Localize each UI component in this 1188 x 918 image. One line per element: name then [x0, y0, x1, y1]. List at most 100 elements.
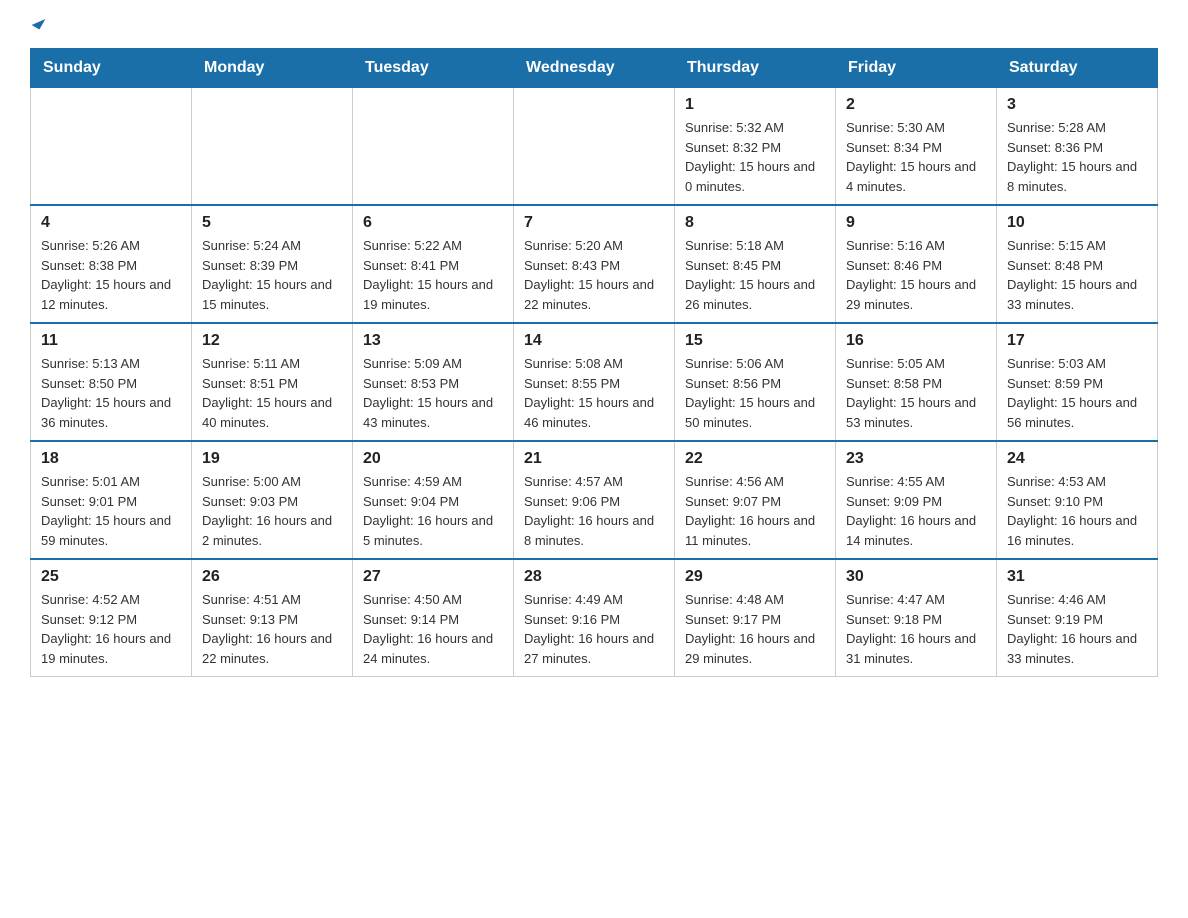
calendar-cell: 5 Sunrise: 5:24 AMSunset: 8:39 PMDaylight… [192, 205, 353, 323]
day-number: 19 [202, 450, 342, 468]
calendar-cell: 26 Sunrise: 4:51 AMSunset: 9:13 PMDayligh… [192, 559, 353, 677]
day-number: 11 [41, 332, 181, 350]
day-info: Sunrise: 5:01 AMSunset: 9:01 PMDaylight:… [41, 472, 181, 550]
calendar-cell: 13 Sunrise: 5:09 AMSunset: 8:53 PMDayligh… [353, 323, 514, 441]
day-info: Sunrise: 5:28 AMSunset: 8:36 PMDaylight:… [1007, 118, 1147, 196]
day-number: 23 [846, 450, 986, 468]
calendar-cell: 17 Sunrise: 5:03 AMSunset: 8:59 PMDayligh… [997, 323, 1158, 441]
day-number: 6 [363, 214, 503, 232]
day-info: Sunrise: 5:20 AMSunset: 8:43 PMDaylight:… [524, 236, 664, 314]
day-number: 21 [524, 450, 664, 468]
logo [30, 20, 43, 28]
day-info: Sunrise: 5:16 AMSunset: 8:46 PMDaylight:… [846, 236, 986, 314]
day-number: 8 [685, 214, 825, 232]
header-sunday: Sunday [31, 49, 192, 88]
calendar-cell [192, 88, 353, 206]
calendar-header-row: Sunday Monday Tuesday Wednesday Thursday… [31, 49, 1158, 88]
header-friday: Friday [836, 49, 997, 88]
calendar-cell: 16 Sunrise: 5:05 AMSunset: 8:58 PMDayligh… [836, 323, 997, 441]
day-number: 24 [1007, 450, 1147, 468]
day-number: 31 [1007, 568, 1147, 586]
calendar-cell: 21Sunrise: 4:57 AMSunset: 9:06 PMDayligh… [514, 441, 675, 559]
day-info: Sunrise: 5:26 AMSunset: 8:38 PMDaylight:… [41, 236, 181, 314]
day-number: 16 [846, 332, 986, 350]
calendar-cell: 28 Sunrise: 4:49 AMSunset: 9:16 PMDayligh… [514, 559, 675, 677]
calendar-cell: 7 Sunrise: 5:20 AMSunset: 8:43 PMDaylight… [514, 205, 675, 323]
calendar-week-row: 1 Sunrise: 5:32 AMSunset: 8:32 PMDaylight… [31, 88, 1158, 206]
day-info: Sunrise: 4:50 AMSunset: 9:14 PMDaylight:… [363, 590, 503, 668]
calendar-cell: 18 Sunrise: 5:01 AMSunset: 9:01 PMDayligh… [31, 441, 192, 559]
day-info: Sunrise: 4:47 AMSunset: 9:18 PMDaylight:… [846, 590, 986, 668]
calendar-cell: 12 Sunrise: 5:11 AMSunset: 8:51 PMDayligh… [192, 323, 353, 441]
day-number: 1 [685, 96, 825, 114]
day-number: 2 [846, 96, 986, 114]
calendar-cell: 9 Sunrise: 5:16 AMSunset: 8:46 PMDaylight… [836, 205, 997, 323]
day-info: Sunrise: 5:15 AMSunset: 8:48 PMDaylight:… [1007, 236, 1147, 314]
page-header [30, 20, 1158, 28]
day-number: 22 [685, 450, 825, 468]
calendar-cell: 8 Sunrise: 5:18 AMSunset: 8:45 PMDaylight… [675, 205, 836, 323]
calendar-cell: 15Sunrise: 5:06 AMSunset: 8:56 PMDayligh… [675, 323, 836, 441]
day-number: 9 [846, 214, 986, 232]
day-number: 28 [524, 568, 664, 586]
calendar-week-row: 11Sunrise: 5:13 AMSunset: 8:50 PMDayligh… [31, 323, 1158, 441]
calendar-week-row: 18 Sunrise: 5:01 AMSunset: 9:01 PMDayligh… [31, 441, 1158, 559]
day-number: 4 [41, 214, 181, 232]
day-info: Sunrise: 5:00 AMSunset: 9:03 PMDaylight:… [202, 472, 342, 550]
calendar-cell: 20 Sunrise: 4:59 AMSunset: 9:04 PMDayligh… [353, 441, 514, 559]
calendar-cell: 2 Sunrise: 5:30 AMSunset: 8:34 PMDaylight… [836, 88, 997, 206]
day-info: Sunrise: 5:09 AMSunset: 8:53 PMDaylight:… [363, 354, 503, 432]
calendar-cell: 14 Sunrise: 5:08 AMSunset: 8:55 PMDayligh… [514, 323, 675, 441]
day-info: Sunrise: 4:53 AMSunset: 9:10 PMDaylight:… [1007, 472, 1147, 550]
day-number: 20 [363, 450, 503, 468]
day-info: Sunrise: 5:18 AMSunset: 8:45 PMDaylight:… [685, 236, 825, 314]
day-info: Sunrise: 4:49 AMSunset: 9:16 PMDaylight:… [524, 590, 664, 668]
calendar-cell: 22 Sunrise: 4:56 AMSunset: 9:07 PMDayligh… [675, 441, 836, 559]
calendar-cell: 27 Sunrise: 4:50 AMSunset: 9:14 PMDayligh… [353, 559, 514, 677]
day-info: Sunrise: 5:30 AMSunset: 8:34 PMDaylight:… [846, 118, 986, 196]
calendar-cell: 19 Sunrise: 5:00 AMSunset: 9:03 PMDayligh… [192, 441, 353, 559]
calendar-cell: 6 Sunrise: 5:22 AMSunset: 8:41 PMDaylight… [353, 205, 514, 323]
day-number: 13 [363, 332, 503, 350]
day-info: Sunrise: 4:56 AMSunset: 9:07 PMDaylight:… [685, 472, 825, 550]
day-info: Sunrise: 5:06 AMSunset: 8:56 PMDaylight:… [685, 354, 825, 432]
day-number: 29 [685, 568, 825, 586]
day-number: 7 [524, 214, 664, 232]
calendar-cell [353, 88, 514, 206]
header-saturday: Saturday [997, 49, 1158, 88]
calendar-cell: 1 Sunrise: 5:32 AMSunset: 8:32 PMDaylight… [675, 88, 836, 206]
day-info: Sunrise: 5:03 AMSunset: 8:59 PMDaylight:… [1007, 354, 1147, 432]
day-number: 26 [202, 568, 342, 586]
day-number: 18 [41, 450, 181, 468]
header-wednesday: Wednesday [514, 49, 675, 88]
day-info: Sunrise: 4:59 AMSunset: 9:04 PMDaylight:… [363, 472, 503, 550]
day-info: Sunrise: 4:52 AMSunset: 9:12 PMDaylight:… [41, 590, 181, 668]
day-info: Sunrise: 4:51 AMSunset: 9:13 PMDaylight:… [202, 590, 342, 668]
day-info: Sunrise: 4:55 AMSunset: 9:09 PMDaylight:… [846, 472, 986, 550]
day-info: Sunrise: 5:08 AMSunset: 8:55 PMDaylight:… [524, 354, 664, 432]
day-number: 3 [1007, 96, 1147, 114]
calendar-cell: 30 Sunrise: 4:47 AMSunset: 9:18 PMDayligh… [836, 559, 997, 677]
calendar-cell: 4 Sunrise: 5:26 AMSunset: 8:38 PMDaylight… [31, 205, 192, 323]
header-thursday: Thursday [675, 49, 836, 88]
day-info: Sunrise: 4:48 AMSunset: 9:17 PMDaylight:… [685, 590, 825, 668]
day-number: 27 [363, 568, 503, 586]
calendar-cell: 10 Sunrise: 5:15 AMSunset: 8:48 PMDayligh… [997, 205, 1158, 323]
calendar-cell [514, 88, 675, 206]
day-number: 30 [846, 568, 986, 586]
calendar-cell: 3 Sunrise: 5:28 AMSunset: 8:36 PMDaylight… [997, 88, 1158, 206]
day-info: Sunrise: 5:05 AMSunset: 8:58 PMDaylight:… [846, 354, 986, 432]
day-info: Sunrise: 5:24 AMSunset: 8:39 PMDaylight:… [202, 236, 342, 314]
calendar-cell: 11Sunrise: 5:13 AMSunset: 8:50 PMDayligh… [31, 323, 192, 441]
day-info: Sunrise: 5:11 AMSunset: 8:51 PMDaylight:… [202, 354, 342, 432]
day-number: 14 [524, 332, 664, 350]
day-info: Sunrise: 5:32 AMSunset: 8:32 PMDaylight:… [685, 118, 825, 196]
day-number: 17 [1007, 332, 1147, 350]
day-info: Sunrise: 5:22 AMSunset: 8:41 PMDaylight:… [363, 236, 503, 314]
calendar-cell [31, 88, 192, 206]
calendar-cell: 31Sunrise: 4:46 AMSunset: 9:19 PMDayligh… [997, 559, 1158, 677]
day-number: 12 [202, 332, 342, 350]
day-number: 5 [202, 214, 342, 232]
calendar-cell: 29 Sunrise: 4:48 AMSunset: 9:17 PMDayligh… [675, 559, 836, 677]
day-number: 10 [1007, 214, 1147, 232]
